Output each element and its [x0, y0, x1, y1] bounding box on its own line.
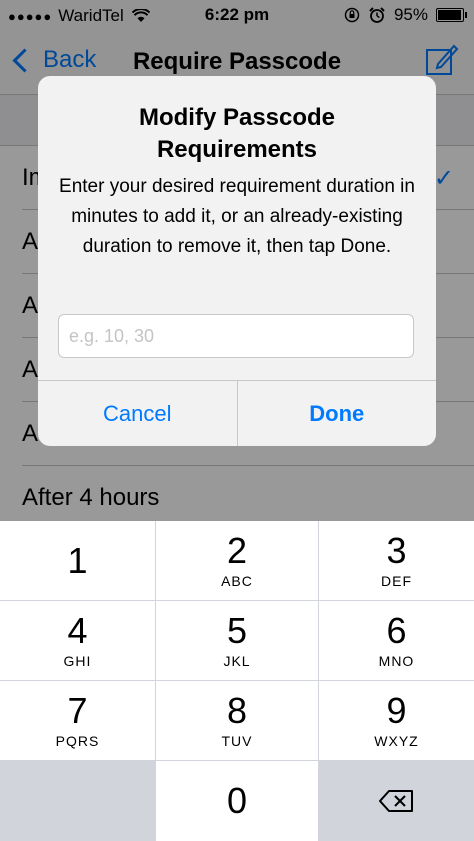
- key-letters: DEF: [381, 572, 412, 589]
- key-letters: PQRS: [55, 732, 100, 749]
- key-letters: ABC: [221, 572, 253, 589]
- key-8[interactable]: 8 TUV: [156, 681, 318, 760]
- done-button[interactable]: Done: [238, 381, 437, 446]
- key-9[interactable]: 9 WXYZ: [319, 681, 474, 760]
- key-0[interactable]: 0: [156, 761, 318, 841]
- key-letters: GHI: [63, 652, 92, 669]
- key-4[interactable]: 4 GHI: [0, 601, 155, 680]
- key-3[interactable]: 3 DEF: [319, 521, 474, 600]
- key-blank: [0, 761, 155, 841]
- key-number: 8: [226, 689, 248, 731]
- key-letters: TUV: [221, 732, 253, 749]
- key-letters: MNO: [378, 652, 415, 669]
- key-2[interactable]: 2 ABC: [156, 521, 318, 600]
- key-number: 0: [226, 780, 248, 821]
- key-7[interactable]: 7 PQRS: [0, 681, 155, 760]
- cancel-button[interactable]: Cancel: [38, 381, 238, 446]
- key-number: 5: [226, 609, 248, 651]
- duration-input[interactable]: [58, 314, 414, 358]
- dialog-buttons: Cancel Done: [38, 380, 436, 446]
- alert-dialog: Modify Passcode Requirements Enter your …: [38, 76, 436, 446]
- key-letters: JKL: [223, 652, 251, 669]
- key-number: 3: [386, 529, 407, 571]
- key-number: 6: [386, 609, 407, 651]
- dialog-message: Enter your desired requirement duration …: [59, 176, 415, 257]
- key-number: 2: [226, 529, 248, 571]
- key-letters: WXYZ: [374, 732, 419, 749]
- delete-key[interactable]: [319, 761, 474, 841]
- dialog-title: Modify Passcode Requirements: [138, 104, 336, 163]
- key-5[interactable]: 5 JKL: [156, 601, 318, 680]
- key-number: 9: [386, 689, 407, 731]
- key-6[interactable]: 6 MNO: [319, 601, 474, 680]
- key-1[interactable]: 1: [0, 521, 155, 600]
- numeric-keypad: 1 2 ABC 3 DEF 4 GHI 5 JKL 6 MNO 7 PQRS 8…: [0, 521, 474, 841]
- key-number: 7: [67, 689, 88, 731]
- backspace-icon: [378, 790, 413, 812]
- key-number: 4: [67, 609, 88, 651]
- key-number: 1: [67, 539, 88, 581]
